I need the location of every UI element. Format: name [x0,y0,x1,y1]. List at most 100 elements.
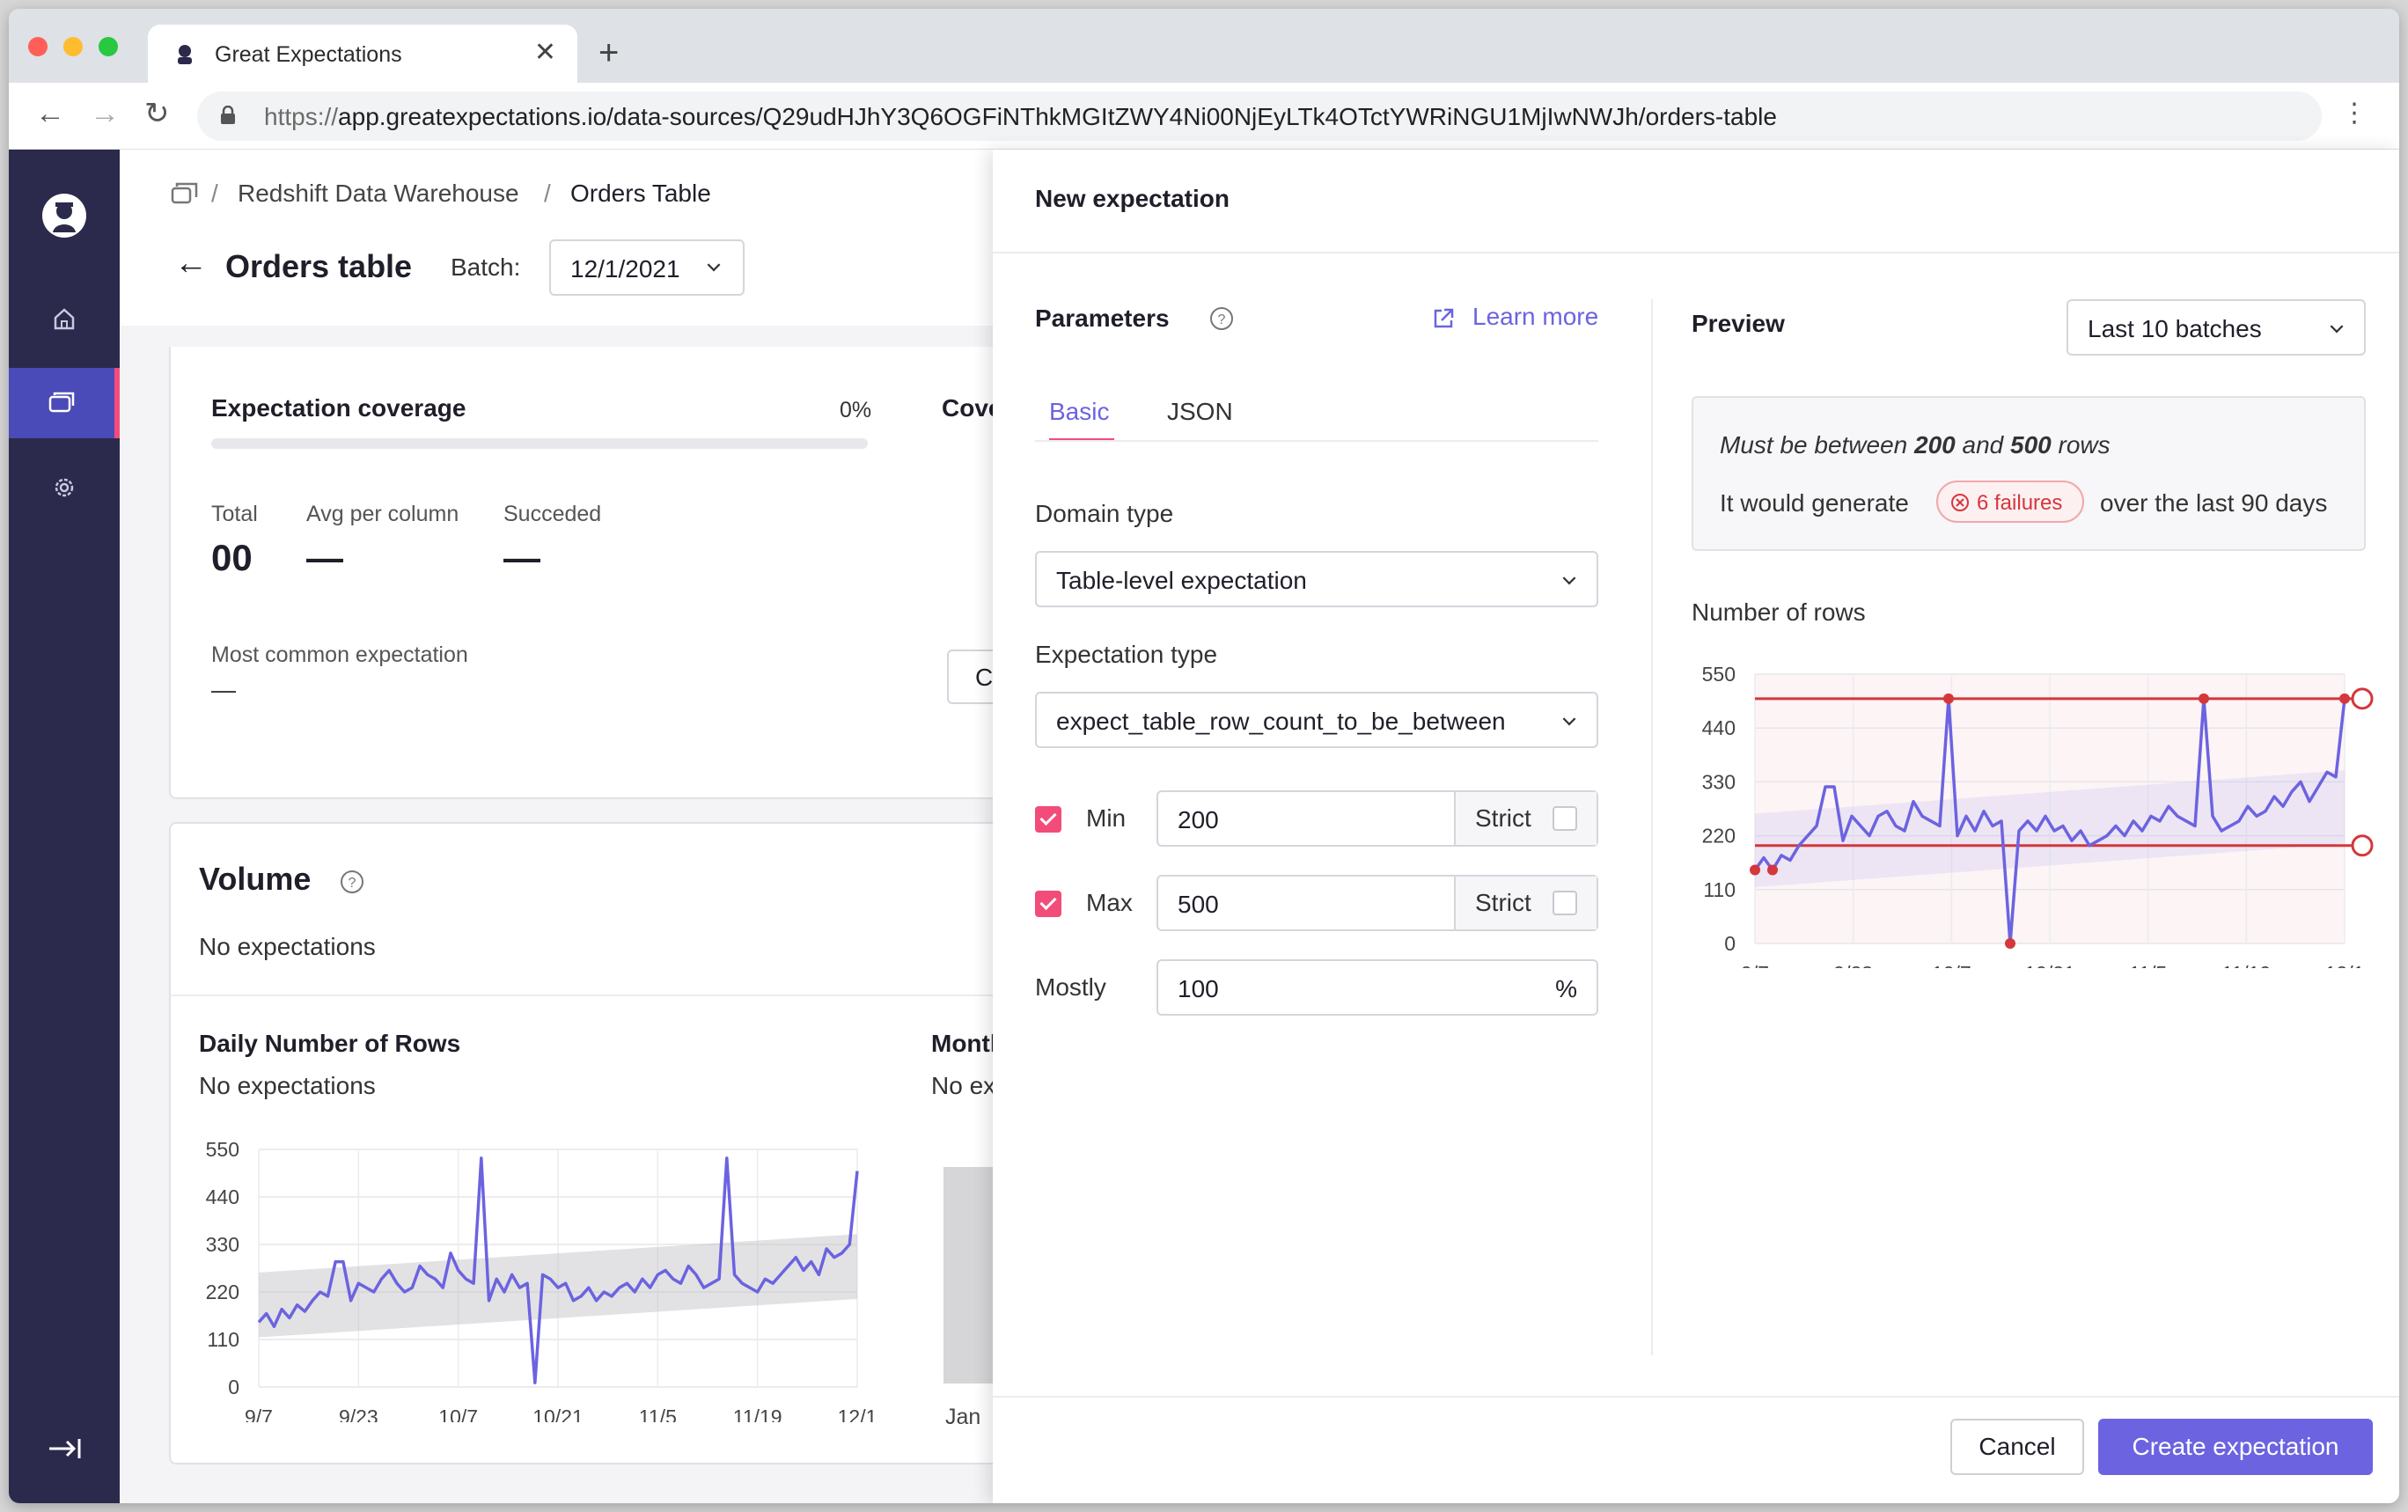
home-icon [54,308,75,330]
max-strict-toggle[interactable]: Strict [1454,877,1597,929]
svg-text:?: ? [349,876,356,891]
sidebar-item-data-sources[interactable] [9,368,120,438]
x-tick-label: 9/23 [1833,962,1873,968]
page-header: / Redshift Data Warehouse / Orders Table… [120,150,1000,326]
new-tab-button[interactable]: + [598,35,619,70]
sidebar-item-settings[interactable] [9,452,120,523]
max-value: 500 [1178,891,1219,918]
succeeded-value: — [503,537,540,578]
expectation-type-value: expect_table_row_count_to_be_between [1056,708,1506,735]
external-link-icon[interactable] [1431,306,1456,331]
common-label: Most common expectation [211,642,468,667]
back-icon[interactable]: ← [35,99,65,128]
batch-select[interactable]: 12/1/2021 [549,239,745,296]
back-arrow-icon[interactable]: ← [174,245,208,283]
daily-no-expectations: No expectations [199,1072,376,1099]
logout-icon [49,1439,81,1458]
domain-type-value: Table-level expectation [1056,567,1307,594]
x-tick-label: 11/5 [2129,962,2167,968]
strict-label: Strict [1475,804,1531,832]
common-value: — [211,676,236,703]
generate-suffix: over the last 90 days [2100,489,2328,517]
close-window-button[interactable] [28,37,48,56]
failure-point [1943,693,1954,704]
y-tick-label: 0 [228,1376,239,1398]
failure-point [1767,864,1778,876]
sidebar [9,150,120,1503]
expectation-type-select[interactable]: expect_table_row_count_to_be_between [1035,692,1598,748]
browser-window: Great Expectations ✕ + ← → ↻ https://app… [9,9,2399,1503]
chevron-down-icon [1562,712,1576,726]
panel-title: New expectation [1035,185,1230,212]
x-tick-label: 11/19 [733,1406,782,1422]
y-tick-label: 550 [206,1138,239,1161]
create-expectation-button[interactable]: Create expectation [2098,1419,2373,1475]
y-tick-label: 440 [206,1185,239,1208]
gear-icon [55,478,74,497]
help-icon[interactable]: ? [340,870,364,894]
preview-range-select[interactable]: Last 10 batches [2067,299,2366,356]
mostly-label: Mostly [1035,973,1106,1001]
reload-icon[interactable]: ↻ [144,99,170,128]
min-input[interactable]: 200 Strict [1156,790,1598,847]
strict-checkbox[interactable] [1553,806,1577,831]
strict-checkbox[interactable] [1553,891,1577,915]
minimize-window-button[interactable] [63,37,83,56]
x-tick-label: 9/7 [1741,962,1769,968]
breadcrumb-separator: / [544,180,551,207]
forward-icon[interactable]: → [90,99,120,128]
lock-icon [221,106,235,124]
domain-type-select[interactable]: Table-level expectation [1035,551,1598,607]
expectation-type-label: Expectation type [1035,641,1218,668]
tab-json[interactable]: JSON [1167,398,1233,426]
coverage-card: Expectation coverage 0% Cover Total 00 A… [169,347,1049,799]
app-logo[interactable] [42,194,86,238]
threshold-handle [2351,834,2374,857]
main-content: / Redshift Data Warehouse / Orders Table… [120,150,1049,1503]
max-checkbox[interactable] [1035,891,1061,917]
tab-title: Great Expectations [215,42,402,67]
avg-label: Avg per column [306,502,459,526]
address-bar: ← → ↻ https://app.greatexpectations.io/d… [9,83,2399,150]
x-tick-label: 12/1 [838,1406,877,1422]
preview-range-value: Last 10 batches [2088,315,2262,342]
y-tick-label: 110 [207,1328,239,1351]
learn-more-link[interactable]: Learn more [1472,303,1598,331]
tabs-divider [1035,440,1598,442]
browser-tab[interactable]: Great Expectations ✕ [148,25,577,83]
threshold-handle [2351,687,2374,710]
close-icon[interactable]: ✕ [534,37,556,68]
breadcrumb-datasource[interactable]: Redshift Data Warehouse [238,180,519,208]
generate-prefix: It would generate [1720,489,1909,517]
avg-value: — [306,537,343,578]
maximize-window-button[interactable] [99,37,118,56]
total-value: 00 [211,537,253,578]
cancel-button[interactable]: Cancel [1950,1419,2084,1475]
max-input[interactable]: 500 Strict [1156,875,1598,931]
chevron-down-icon [1562,571,1576,585]
browser-menu-icon[interactable]: ⋮ [2341,100,2368,127]
chevron-down-icon [2330,319,2344,334]
y-tick-label: 0 [1724,932,1736,955]
x-tick-label: 10/21 [2024,962,2075,968]
logo-icon [53,202,76,232]
min-label: Min [1086,804,1127,832]
preview-summary-box: Must be between 200 and 500 rows It woul… [1692,396,2366,551]
tab-basic[interactable]: Basic [1049,398,1109,426]
x-tick-label: 9/23 [339,1406,378,1422]
help-icon[interactable]: ? [1209,306,1234,331]
min-strict-toggle[interactable]: Strict [1454,792,1597,845]
sidebar-item-home[interactable] [9,283,120,354]
min-checkbox[interactable] [1035,806,1061,833]
x-tick-label: 11/5 [639,1406,677,1422]
panel-footer-divider [993,1396,2399,1398]
strict-label: Strict [1475,889,1531,916]
preview-label: Preview [1692,310,1785,337]
url-text: https://app.greatexpectations.io/data-so… [264,103,1777,130]
sidebar-item-logout[interactable] [9,1413,120,1484]
url-field[interactable]: https://app.greatexpectations.io/data-so… [197,92,2322,141]
max-label: Max [1086,889,1133,916]
mostly-input[interactable]: 100 % [1156,959,1598,1016]
svg-text:?: ? [1218,312,1226,327]
percent-unit: % [1555,975,1577,1002]
